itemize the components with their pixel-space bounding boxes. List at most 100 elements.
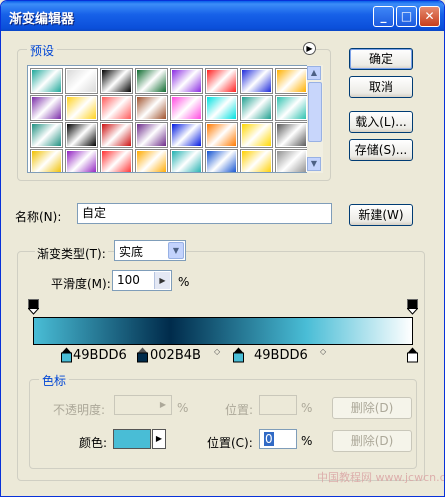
scroll-down-button[interactable]: ▼ [307, 157, 321, 171]
color-stop-1-label: 49BDD6 [73, 348, 127, 363]
maximize-icon: □ [400, 9, 413, 23]
gradient-editor-window: 渐变编辑器 _ □ ✕ 预设 ▶ ▲ ▼ 确定 取消 载入(L)... 存储(S… [0, 0, 445, 497]
preset-swatch[interactable] [205, 95, 238, 121]
opacity-input[interactable]: ▶ [114, 395, 172, 415]
preset-swatch[interactable] [170, 95, 203, 121]
gradient-type-label: 渐变类型(T): [35, 245, 108, 262]
scroll-up-button[interactable]: ▲ [307, 66, 321, 80]
preset-swatch[interactable] [100, 68, 133, 94]
presets-label: 预设 [27, 42, 58, 59]
midpoint-marker[interactable]: ◇ [320, 347, 326, 356]
name-label: 名称(N): [15, 210, 62, 224]
gradient-type-value: 实底 [119, 245, 144, 259]
preset-swatch[interactable] [100, 149, 133, 172]
preset-swatch[interactable] [205, 122, 238, 148]
smoothness-input[interactable]: 100 ▶ [112, 270, 172, 291]
preset-swatch[interactable] [170, 122, 203, 148]
preset-swatch[interactable] [100, 122, 133, 148]
dropdown-button[interactable]: ▼ [168, 242, 184, 259]
opacity-stop-icon [406, 299, 419, 315]
chevron-down-icon: ▼ [172, 246, 180, 255]
presets-scrollbar[interactable]: ▲ ▼ [307, 65, 323, 173]
color-stop-icon [407, 347, 418, 363]
preset-swatch[interactable] [275, 95, 308, 121]
chevron-up-icon: ▲ [310, 68, 318, 77]
preset-swatch[interactable] [170, 68, 203, 94]
maximize-button[interactable]: □ [396, 6, 417, 27]
opacity-position-unit: % [301, 401, 313, 415]
color-menu-button[interactable]: ▶ [152, 429, 166, 449]
color-stop-1[interactable] [61, 347, 72, 366]
smoothness-unit: % [178, 275, 190, 289]
cancel-button[interactable]: 取消 [349, 76, 413, 98]
smoothness-slider-button[interactable]: ▶ [154, 272, 170, 289]
color-stop-3-label: 49BDD6 [254, 348, 308, 363]
opacity-position-label: 位置: [225, 403, 254, 417]
color-stop-icon [233, 347, 244, 363]
opacity-label: 不透明度: [53, 403, 106, 417]
preset-swatch[interactable] [65, 122, 98, 148]
preset-swatch[interactable] [240, 95, 273, 121]
preset-swatch[interactable] [30, 68, 63, 94]
gradient-type-select[interactable]: 实底 ▼ [114, 240, 186, 261]
color-stop-icon [137, 347, 148, 363]
preset-swatch[interactable] [240, 149, 273, 172]
smoothness-label: 平滑度(M): [51, 277, 111, 291]
color-stop-4[interactable] [407, 347, 418, 366]
load-button[interactable]: 载入(L)... [349, 111, 413, 133]
preset-swatch[interactable] [205, 149, 238, 172]
smoothness-value: 100 [117, 273, 140, 287]
stops-group-label: 色标 [39, 372, 70, 389]
preset-swatch[interactable] [240, 68, 273, 94]
opacity-stop-left[interactable] [27, 299, 40, 318]
delete-color-stop-button[interactable]: 删除(D) [332, 430, 412, 452]
color-position-unit: % [301, 434, 313, 448]
preset-swatch[interactable] [135, 149, 168, 172]
delete-opacity-stop-button[interactable]: 删除(D) [332, 397, 412, 419]
preset-swatch[interactable] [30, 149, 63, 172]
preset-swatch[interactable] [65, 95, 98, 121]
play-icon: ▶ [159, 276, 166, 285]
opacity-position-input[interactable] [259, 395, 297, 415]
color-label: 颜色: [79, 436, 108, 450]
close-button[interactable]: ✕ [419, 6, 440, 27]
preset-swatch[interactable] [275, 149, 308, 172]
preset-swatch[interactable] [100, 95, 133, 121]
color-stop-icon [61, 347, 72, 363]
opacity-stop-right[interactable] [406, 299, 419, 318]
scroll-thumb[interactable] [308, 82, 322, 142]
save-button[interactable]: 存储(S)... [349, 139, 413, 161]
preset-swatch[interactable] [205, 68, 238, 94]
color-position-input[interactable]: 0 [259, 429, 297, 449]
title-bar[interactable]: 渐变编辑器 _ □ ✕ [1, 1, 444, 31]
preset-swatch[interactable] [65, 149, 98, 172]
preset-swatch[interactable] [135, 68, 168, 94]
preset-swatch[interactable] [240, 122, 273, 148]
presets-menu-button[interactable]: ▶ [303, 42, 316, 55]
midpoint-marker[interactable]: ◇ [214, 347, 220, 356]
gradient-preview-bar[interactable] [33, 317, 413, 345]
presets-grid [27, 65, 309, 173]
preset-swatch[interactable] [65, 68, 98, 94]
chevron-down-icon: ▼ [310, 159, 318, 168]
watermark: 中国教程网 www.jcwcn.com [317, 471, 445, 484]
preset-swatch[interactable] [275, 122, 308, 148]
minimize-icon: _ [380, 9, 387, 23]
color-stop-2[interactable] [137, 347, 148, 366]
preset-swatch[interactable] [30, 122, 63, 148]
minimize-button[interactable]: _ [373, 6, 394, 27]
preset-swatch[interactable] [170, 149, 203, 172]
name-input[interactable]: 自定 [77, 203, 332, 224]
preset-swatch[interactable] [30, 95, 63, 121]
preset-swatch[interactable] [135, 95, 168, 121]
opacity-stop-icon [27, 299, 40, 315]
stop-color-swatch[interactable] [113, 429, 151, 449]
color-position-label: 位置(C): [207, 436, 253, 450]
ok-button[interactable]: 确定 [349, 48, 413, 70]
preset-swatch[interactable] [135, 122, 168, 148]
color-stop-3[interactable] [233, 347, 244, 366]
new-button[interactable]: 新建(W) [349, 204, 413, 226]
color-position-value: 0 [264, 432, 274, 446]
play-icon: ▶ [155, 434, 163, 443]
preset-swatch[interactable] [275, 68, 308, 94]
